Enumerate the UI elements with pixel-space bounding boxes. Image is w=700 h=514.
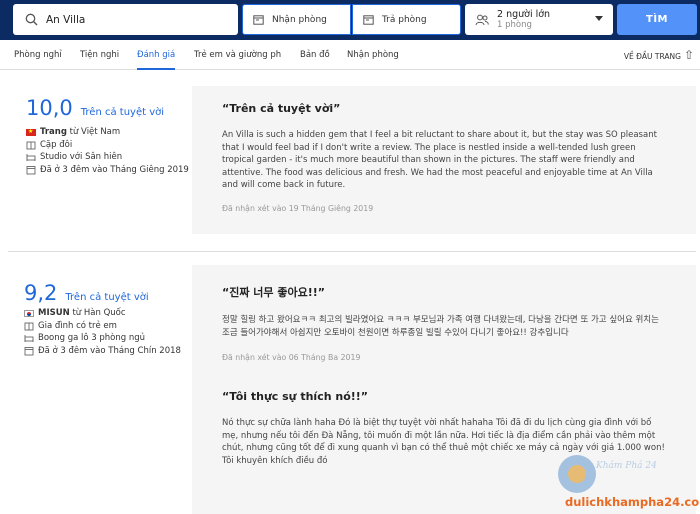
score-line: 10,0 Trên cả tuyệt vời	[26, 96, 218, 120]
vietnam-flag-icon	[26, 126, 36, 139]
stay-duration: Đã ở 3 đêm vào Tháng Giêng 2019	[40, 164, 189, 175]
destination-input[interactable]: An Villa	[13, 4, 238, 35]
reviewer-info: 9,2 Trên cả tuyệt vời MISUN từ Hàn Quốc …	[24, 281, 216, 357]
bed-icon	[24, 335, 34, 342]
checkout-label: Trả phòng	[382, 14, 427, 25]
tab-rooms[interactable]: Phòng nghỉ	[14, 40, 62, 70]
review-title: “Trên cả tuyệt vời”	[222, 102, 341, 115]
score-label: Trên cả tuyệt vời	[65, 292, 149, 303]
reviewer-name: Trang	[40, 127, 67, 137]
review-body: 정말 힐링 하고 왔어요ㅋㅋ 최고의 빌라였어요 ㅋㅋㅋ 부모님과 가족 여행 …	[222, 315, 659, 338]
reviewer-info: 10,0 Trên cả tuyệt vời Trang từ Việt Nam…	[26, 96, 218, 176]
chevron-down-icon	[595, 16, 603, 21]
watermark-script: Khám Phá 24	[596, 461, 657, 471]
reviewer-country: từ Việt Nam	[66, 127, 121, 137]
calendar-icon	[24, 346, 34, 355]
calendar-icon	[26, 165, 36, 174]
stay-duration: Đã ở 3 đêm vào Tháng Chín 2018	[38, 345, 181, 356]
tab-children-beds[interactable]: Trẻ em và giường ph	[194, 40, 281, 70]
checkin-label: Nhận phòng	[272, 14, 327, 25]
watermark-domain: dulichkhampha24.com	[565, 495, 700, 509]
calendar-icon	[363, 15, 374, 25]
section-tabs: Phòng nghỉ Tiện nghi Đánh giá Trẻ em và …	[0, 40, 700, 70]
tab-map[interactable]: Bản đồ	[300, 40, 330, 70]
site-watermark: Khám Phá 24 dulichkhampha24.com	[552, 455, 700, 514]
review-divider	[8, 251, 696, 252]
back-to-top-link[interactable]: VỀ ĐẦU TRANG ⇧	[624, 40, 694, 70]
search-icon	[25, 13, 38, 26]
destination-value: An Villa	[46, 13, 86, 26]
review-score: 10,0	[26, 96, 73, 120]
room-type: Studio với Sân hiên	[40, 152, 123, 162]
search-bar: An Villa Nhận phòng Trả phòng 2 người lớ…	[0, 0, 700, 40]
review-date: Đã nhận xét vào 06 Tháng Ba 2019	[222, 353, 361, 362]
watermark-logo-icon	[558, 455, 596, 493]
guests-adults: 2 người lớn	[497, 8, 551, 20]
arrow-up-icon: ⇧	[683, 48, 694, 62]
review-card: “Trên cả tuyệt vời” An Villa is such a h…	[192, 86, 696, 234]
back-to-top-label: VỀ ĐẦU TRANG	[623, 52, 681, 61]
tab-facilities[interactable]: Tiện nghi	[80, 40, 119, 70]
guests-selector[interactable]: 2 người lớn 1 phòng	[465, 4, 613, 35]
reviewer-name: MISUN	[38, 308, 70, 318]
checkout-field[interactable]: Trả phòng	[352, 4, 461, 35]
tab-checkin[interactable]: Nhận phòng	[347, 40, 399, 70]
guests-rooms: 1 phòng	[497, 19, 532, 30]
review-score: 9,2	[24, 281, 58, 305]
score-line: 9,2 Trên cả tuyệt vời	[24, 281, 216, 305]
traveler-type: Cặp đôi	[40, 139, 73, 150]
people-icon	[475, 14, 489, 25]
korea-flag-icon	[24, 310, 34, 317]
bed-icon	[26, 154, 36, 161]
reviewer-country: từ Hàn Quốc	[69, 308, 126, 318]
reviewer-meta: Trang từ Việt Nam Cặp đôi Studio với Sân…	[26, 126, 218, 176]
search-button[interactable]: TÌM	[617, 4, 697, 35]
checkin-field[interactable]: Nhận phòng	[242, 4, 351, 35]
traveler-type-icon	[26, 141, 36, 149]
review-translation-title: “Tôi thực sự thích nó!!”	[222, 390, 369, 403]
score-label: Trên cả tuyệt vời	[80, 107, 165, 118]
calendar-icon	[253, 15, 264, 25]
review-body: An Villa is such a hidden gem that I fee…	[222, 130, 657, 190]
review-date: Đã nhận xét vào 19 Tháng Giêng 2019	[222, 203, 374, 213]
reviewer-meta: MISUN từ Hàn Quốc Gia đình có trẻ em Boo…	[24, 307, 216, 357]
tab-reviews[interactable]: Đánh giá	[137, 40, 176, 70]
room-type: Boong ga lô 3 phòng ngủ	[38, 333, 146, 343]
family-icon	[24, 322, 34, 330]
traveler-type: Gia đình có trẻ em	[38, 320, 117, 331]
review-title: “진짜 너무 좋아요!!”	[222, 286, 325, 299]
